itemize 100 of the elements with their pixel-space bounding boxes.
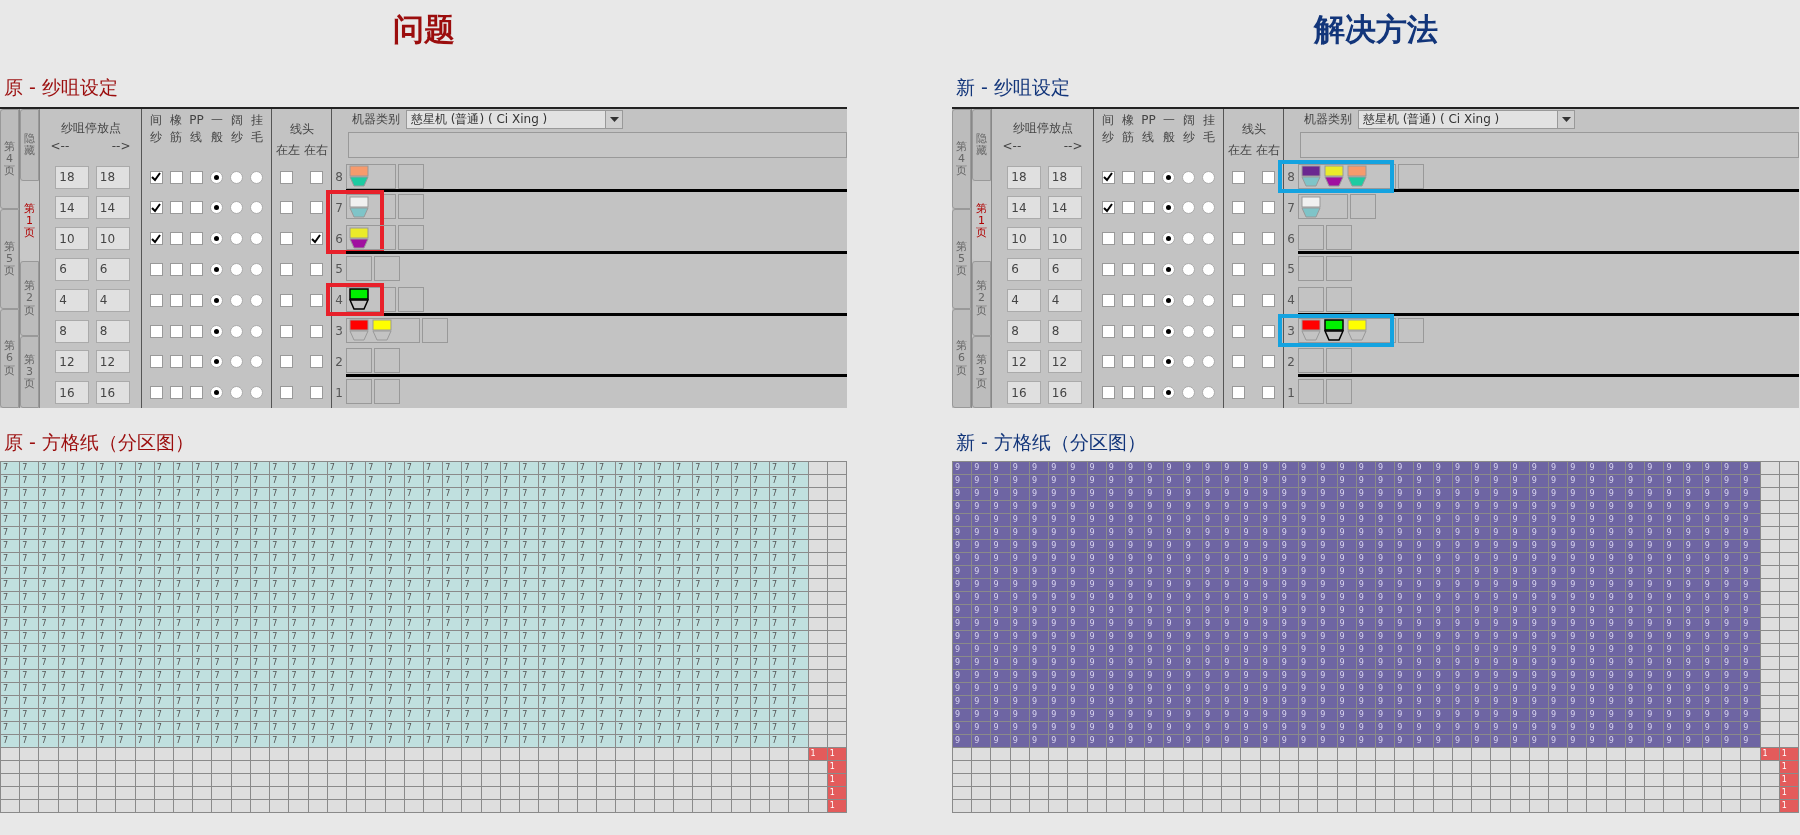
checkbox[interactable] [169,355,183,369]
number-field[interactable]: 6 [55,257,90,281]
checkbox[interactable] [1141,324,1155,338]
page-tab[interactable]: 第1页 [972,181,991,261]
checkbox[interactable] [189,170,203,184]
checkbox[interactable] [309,355,323,369]
checkbox[interactable] [1121,201,1135,215]
checkbox[interactable] [1121,262,1135,276]
number-field[interactable]: 8 [1007,319,1042,343]
checkbox[interactable] [1232,324,1246,338]
checkbox[interactable] [1232,386,1246,400]
checkbox[interactable] [1121,386,1135,400]
radio-button[interactable] [250,232,264,246]
radio-button[interactable] [1182,293,1196,307]
checkbox[interactable] [149,201,163,215]
checkbox[interactable] [189,355,203,369]
number-field[interactable]: 6 [95,257,130,281]
number-field[interactable]: 4 [55,288,90,312]
checkbox[interactable] [169,170,183,184]
radio-button[interactable] [1182,201,1196,215]
radio-button[interactable] [1162,201,1176,215]
checkbox[interactable] [280,386,294,400]
checkbox[interactable] [1121,324,1135,338]
number-field[interactable]: 14 [55,196,90,220]
checkbox[interactable] [1141,386,1155,400]
radio-button[interactable] [1202,170,1216,184]
number-field[interactable]: 4 [95,288,130,312]
checkbox[interactable] [1141,262,1155,276]
number-field[interactable]: 12 [1047,350,1082,374]
number-field[interactable]: 4 [1007,288,1042,312]
number-field[interactable]: 16 [1007,381,1042,405]
number-field[interactable]: 12 [1007,350,1042,374]
radio-button[interactable] [1162,293,1176,307]
checkbox[interactable] [1261,355,1275,369]
number-field[interactable]: 16 [55,381,90,405]
number-field[interactable]: 8 [55,319,90,343]
checkbox[interactable] [1232,262,1246,276]
checkbox[interactable] [280,201,294,215]
radio-button[interactable] [230,262,244,276]
radio-button[interactable] [250,386,264,400]
checkbox[interactable] [189,293,203,307]
radio-button[interactable] [1162,324,1176,338]
radio-button[interactable] [250,355,264,369]
checkbox[interactable] [189,386,203,400]
checkbox[interactable] [1261,232,1275,246]
checkbox[interactable] [1101,232,1115,246]
number-field[interactable]: 10 [1007,227,1042,251]
radio-button[interactable] [210,201,224,215]
radio-button[interactable] [1202,232,1216,246]
number-field[interactable]: 6 [1007,257,1042,281]
checkbox[interactable] [280,324,294,338]
checkbox[interactable] [169,324,183,338]
checkbox[interactable] [169,293,183,307]
checkbox[interactable] [1121,293,1135,307]
checkbox[interactable] [280,355,294,369]
radio-button[interactable] [1182,170,1196,184]
radio-button[interactable] [1162,232,1176,246]
checkbox[interactable] [1101,293,1115,307]
radio-button[interactable] [230,170,244,184]
checkbox[interactable] [1232,170,1246,184]
radio-button[interactable] [1182,355,1196,369]
number-field[interactable]: 18 [1007,165,1042,189]
machine-type-dropdown[interactable]: 慈星机 (普通) ( Ci Xing ) [1358,109,1575,129]
number-field[interactable]: 18 [1047,165,1082,189]
checkbox[interactable] [1101,262,1115,276]
radio-button[interactable] [1182,386,1196,400]
number-field[interactable]: 10 [95,227,130,251]
radio-button[interactable] [250,324,264,338]
number-field[interactable]: 6 [1047,257,1082,281]
number-field[interactable]: 12 [55,350,90,374]
radio-button[interactable] [1202,293,1216,307]
checkbox[interactable] [1141,201,1155,215]
checkbox[interactable] [1101,170,1115,184]
number-field[interactable]: 16 [95,381,130,405]
radio-button[interactable] [210,355,224,369]
checkbox[interactable] [149,262,163,276]
radio-button[interactable] [1182,232,1196,246]
radio-button[interactable] [230,355,244,369]
checkbox[interactable] [1261,386,1275,400]
checkbox[interactable] [280,293,294,307]
checkbox[interactable] [280,262,294,276]
checkbox[interactable] [1232,293,1246,307]
checkbox[interactable] [309,262,323,276]
checkbox[interactable] [169,201,183,215]
checkbox[interactable] [1232,201,1246,215]
checkbox[interactable] [1141,355,1155,369]
radio-button[interactable] [210,262,224,276]
radio-button[interactable] [230,386,244,400]
radio-button[interactable] [1162,262,1176,276]
number-field[interactable]: 18 [95,165,130,189]
number-field[interactable]: 14 [1007,196,1042,220]
checkbox[interactable] [1232,355,1246,369]
radio-button[interactable] [210,232,224,246]
checkbox[interactable] [309,232,323,246]
checkbox[interactable] [149,386,163,400]
checkbox[interactable] [1121,170,1135,184]
number-field[interactable]: 8 [1047,319,1082,343]
checkbox[interactable] [1261,201,1275,215]
number-field[interactable]: 16 [1047,381,1082,405]
checkbox[interactable] [189,324,203,338]
